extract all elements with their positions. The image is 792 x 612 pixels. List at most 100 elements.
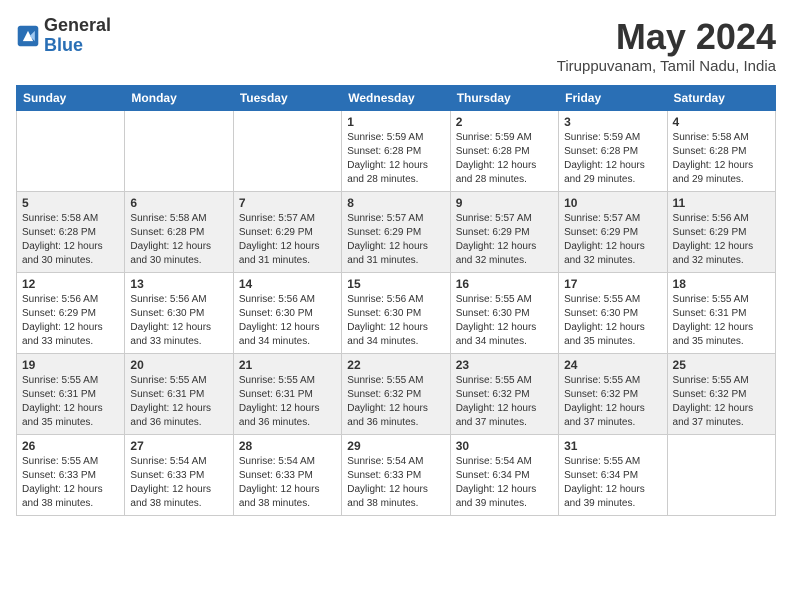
calendar-cell: 18 Sunrise: 5:55 AM Sunset: 6:31 PM Dayli… bbox=[667, 273, 775, 354]
calendar-cell: 9Sunrise: 5:57 AM Sunset: 6:29 PM Daylig… bbox=[450, 192, 558, 273]
page-header: General Blue May 2024 Tiruppuvanam, Tami… bbox=[16, 16, 776, 75]
day-number: 23 bbox=[456, 358, 553, 372]
day-number: 9 bbox=[456, 196, 553, 210]
calendar-cell: 7 Sunrise: 5:57 AM Sunset: 6:29 PM Daylig… bbox=[233, 192, 341, 273]
day-info: Sunrise: 5:57 AM Sunset: 6:29 PM Dayligh… bbox=[564, 212, 661, 268]
logo-general-text: General bbox=[44, 16, 111, 36]
day-info: Sunrise: 5:56 AM Sunset: 6:30 PM Dayligh… bbox=[239, 293, 336, 349]
calendar-day-header: Saturday bbox=[667, 86, 775, 111]
calendar-week-row: 5 Sunrise: 5:58 AM Sunset: 6:28 PM Daylig… bbox=[17, 192, 776, 273]
day-number: 6 bbox=[130, 196, 227, 210]
day-number: 13 bbox=[130, 277, 227, 291]
day-number: 2 bbox=[456, 115, 553, 129]
calendar-cell bbox=[667, 435, 775, 516]
calendar-week-row: 26 Sunrise: 5:55 AM Sunset: 6:33 PM Dayli… bbox=[17, 435, 776, 516]
day-number: 10 bbox=[564, 196, 661, 210]
day-number: 30 bbox=[456, 439, 553, 453]
day-number: 3 bbox=[564, 115, 661, 129]
day-info: Sunrise: 5:55 AM Sunset: 6:34 PM Dayligh… bbox=[564, 455, 661, 511]
day-info: Sunrise: 5:55 AM Sunset: 6:32 PM Dayligh… bbox=[673, 374, 770, 430]
day-number: 11 bbox=[673, 196, 770, 210]
day-number: 1 bbox=[347, 115, 444, 129]
day-info: Sunrise: 5:59 AM Sunset: 6:28 PM Dayligh… bbox=[456, 131, 553, 187]
calendar-cell: 1 Sunrise: 5:59 AM Sunset: 6:28 PM Daylig… bbox=[342, 111, 450, 192]
calendar-cell bbox=[233, 111, 341, 192]
calendar-cell: 22 Sunrise: 5:55 AM Sunset: 6:32 PM Dayli… bbox=[342, 354, 450, 435]
calendar-cell: 11 Sunrise: 5:56 AM Sunset: 6:29 PM Dayli… bbox=[667, 192, 775, 273]
day-info: Sunrise: 5:58 AM Sunset: 6:28 PM Dayligh… bbox=[22, 212, 119, 268]
day-number: 16 bbox=[456, 277, 553, 291]
day-number: 26 bbox=[22, 439, 119, 453]
day-number: 15 bbox=[347, 277, 444, 291]
day-number: 18 bbox=[673, 277, 770, 291]
day-info: Sunrise: 5:55 AM Sunset: 6:32 PM Dayligh… bbox=[347, 374, 444, 430]
calendar-cell: 23Sunrise: 5:55 AM Sunset: 6:32 PM Dayli… bbox=[450, 354, 558, 435]
day-info: Sunrise: 5:56 AM Sunset: 6:30 PM Dayligh… bbox=[347, 293, 444, 349]
day-info: Sunrise: 5:58 AM Sunset: 6:28 PM Dayligh… bbox=[673, 131, 770, 187]
calendar-cell bbox=[125, 111, 233, 192]
day-info: Sunrise: 5:55 AM Sunset: 6:32 PM Dayligh… bbox=[564, 374, 661, 430]
calendar-week-row: 12 Sunrise: 5:56 AM Sunset: 6:29 PM Dayli… bbox=[17, 273, 776, 354]
calendar-cell: 19 Sunrise: 5:55 AM Sunset: 6:31 PM Dayli… bbox=[17, 354, 125, 435]
day-info: Sunrise: 5:54 AM Sunset: 6:33 PM Dayligh… bbox=[130, 455, 227, 511]
day-number: 27 bbox=[130, 439, 227, 453]
day-info: Sunrise: 5:56 AM Sunset: 6:29 PM Dayligh… bbox=[22, 293, 119, 349]
calendar-cell: 10 Sunrise: 5:57 AM Sunset: 6:29 PM Dayli… bbox=[559, 192, 667, 273]
day-number: 22 bbox=[347, 358, 444, 372]
day-info: Sunrise: 5:55 AM Sunset: 6:31 PM Dayligh… bbox=[673, 293, 770, 349]
calendar-cell bbox=[17, 111, 125, 192]
day-number: 31 bbox=[564, 439, 661, 453]
calendar-day-header: Wednesday bbox=[342, 86, 450, 111]
day-info: Sunrise: 5:54 AM Sunset: 6:33 PM Dayligh… bbox=[347, 455, 444, 511]
day-info: Sunrise: 5:57 AM Sunset: 6:29 PM Dayligh… bbox=[239, 212, 336, 268]
day-info: Sunrise: 5:59 AM Sunset: 6:28 PM Dayligh… bbox=[347, 131, 444, 187]
calendar-week-row: 19 Sunrise: 5:55 AM Sunset: 6:31 PM Dayli… bbox=[17, 354, 776, 435]
calendar-cell: 14 Sunrise: 5:56 AM Sunset: 6:30 PM Dayli… bbox=[233, 273, 341, 354]
calendar-cell: 13Sunrise: 5:56 AM Sunset: 6:30 PM Dayli… bbox=[125, 273, 233, 354]
day-number: 7 bbox=[239, 196, 336, 210]
title-area: May 2024 Tiruppuvanam, Tamil Nadu, India bbox=[557, 16, 776, 75]
calendar-cell: 21Sunrise: 5:55 AM Sunset: 6:31 PM Dayli… bbox=[233, 354, 341, 435]
calendar-cell: 26 Sunrise: 5:55 AM Sunset: 6:33 PM Dayli… bbox=[17, 435, 125, 516]
month-title: May 2024 bbox=[557, 16, 776, 58]
day-info: Sunrise: 5:55 AM Sunset: 6:33 PM Dayligh… bbox=[22, 455, 119, 511]
calendar-cell: 25 Sunrise: 5:55 AM Sunset: 6:32 PM Dayli… bbox=[667, 354, 775, 435]
calendar-cell: 24 Sunrise: 5:55 AM Sunset: 6:32 PM Dayli… bbox=[559, 354, 667, 435]
calendar-cell: 3 Sunrise: 5:59 AM Sunset: 6:28 PM Daylig… bbox=[559, 111, 667, 192]
day-info: Sunrise: 5:57 AM Sunset: 6:29 PM Dayligh… bbox=[347, 212, 444, 268]
calendar-day-header: Tuesday bbox=[233, 86, 341, 111]
day-info: Sunrise: 5:54 AM Sunset: 6:33 PM Dayligh… bbox=[239, 455, 336, 511]
day-number: 25 bbox=[673, 358, 770, 372]
calendar-cell: 27 Sunrise: 5:54 AM Sunset: 6:33 PM Dayli… bbox=[125, 435, 233, 516]
day-number: 28 bbox=[239, 439, 336, 453]
day-number: 4 bbox=[673, 115, 770, 129]
day-number: 24 bbox=[564, 358, 661, 372]
day-info: Sunrise: 5:54 AM Sunset: 6:34 PM Dayligh… bbox=[456, 455, 553, 511]
day-number: 12 bbox=[22, 277, 119, 291]
calendar-cell: 30 Sunrise: 5:54 AM Sunset: 6:34 PM Dayli… bbox=[450, 435, 558, 516]
calendar-cell: 4 Sunrise: 5:58 AM Sunset: 6:28 PM Daylig… bbox=[667, 111, 775, 192]
day-info: Sunrise: 5:55 AM Sunset: 6:30 PM Dayligh… bbox=[564, 293, 661, 349]
calendar-day-header: Thursday bbox=[450, 86, 558, 111]
calendar-cell: 5 Sunrise: 5:58 AM Sunset: 6:28 PM Daylig… bbox=[17, 192, 125, 273]
calendar-header-row: SundayMondayTuesdayWednesdayThursdayFrid… bbox=[17, 86, 776, 111]
day-number: 19 bbox=[22, 358, 119, 372]
calendar-cell: 8Sunrise: 5:57 AM Sunset: 6:29 PM Daylig… bbox=[342, 192, 450, 273]
calendar-cell: 16Sunrise: 5:55 AM Sunset: 6:30 PM Dayli… bbox=[450, 273, 558, 354]
day-number: 5 bbox=[22, 196, 119, 210]
calendar-cell: 15 Sunrise: 5:56 AM Sunset: 6:30 PM Dayli… bbox=[342, 273, 450, 354]
logo-icon bbox=[16, 24, 40, 48]
calendar-day-header: Monday bbox=[125, 86, 233, 111]
day-info: Sunrise: 5:56 AM Sunset: 6:29 PM Dayligh… bbox=[673, 212, 770, 268]
day-number: 14 bbox=[239, 277, 336, 291]
calendar-cell: 20Sunrise: 5:55 AM Sunset: 6:31 PM Dayli… bbox=[125, 354, 233, 435]
day-info: Sunrise: 5:58 AM Sunset: 6:28 PM Dayligh… bbox=[130, 212, 227, 268]
day-info: Sunrise: 5:59 AM Sunset: 6:28 PM Dayligh… bbox=[564, 131, 661, 187]
day-number: 20 bbox=[130, 358, 227, 372]
location-text: Tiruppuvanam, Tamil Nadu, India bbox=[557, 58, 776, 75]
logo: General Blue bbox=[16, 16, 111, 56]
day-info: Sunrise: 5:55 AM Sunset: 6:31 PM Dayligh… bbox=[22, 374, 119, 430]
calendar-cell: 28 Sunrise: 5:54 AM Sunset: 6:33 PM Dayli… bbox=[233, 435, 341, 516]
calendar-cell: 12 Sunrise: 5:56 AM Sunset: 6:29 PM Dayli… bbox=[17, 273, 125, 354]
calendar-cell: 17Sunrise: 5:55 AM Sunset: 6:30 PM Dayli… bbox=[559, 273, 667, 354]
